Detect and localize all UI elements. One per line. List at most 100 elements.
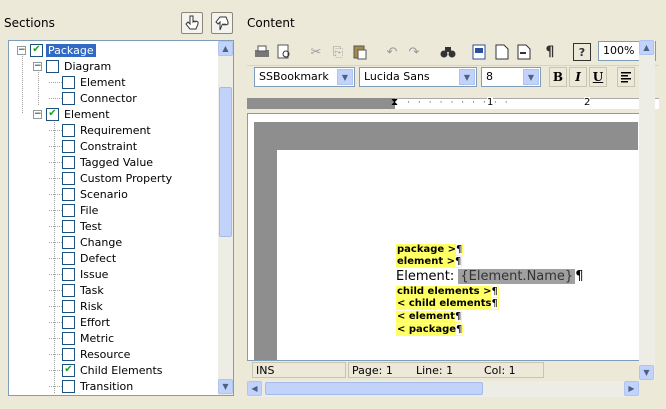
- tree-item[interactable]: Requirement: [49, 122, 153, 138]
- tree-item[interactable]: Risk: [49, 298, 105, 314]
- print-icon[interactable]: [251, 41, 273, 63]
- tree-item[interactable]: Custom Property: [49, 170, 174, 186]
- document-vscrollbar[interactable]: ▲ ▼: [639, 40, 655, 380]
- tree-item[interactable]: − ✔ Package: [17, 42, 96, 58]
- tree-item-label: Test: [80, 219, 102, 233]
- scroll-down-icon[interactable]: ▼: [639, 365, 654, 380]
- tree-scrollbar[interactable]: ▲ ▼: [218, 41, 233, 395]
- scroll-thumb[interactable]: [219, 87, 232, 237]
- print-preview-icon[interactable]: [273, 41, 295, 63]
- chevron-down-icon[interactable]: ▼: [337, 69, 353, 85]
- scroll-up-icon[interactable]: ▲: [639, 40, 654, 55]
- italic-button[interactable]: I: [569, 67, 587, 87]
- tree-checkbox[interactable]: [62, 331, 75, 345]
- chevron-down-icon[interactable]: ▼: [459, 69, 475, 85]
- tree-checkbox[interactable]: [62, 155, 75, 169]
- collapse-icon[interactable]: −: [33, 109, 42, 119]
- cut-icon[interactable]: ✂: [305, 41, 327, 63]
- align-left-button[interactable]: [617, 67, 635, 87]
- new-page-icon[interactable]: [513, 41, 535, 63]
- tree-item[interactable]: − ✔ Element: [33, 106, 112, 122]
- tree-checkbox[interactable]: [62, 379, 75, 393]
- tree-item[interactable]: Constraint: [49, 138, 139, 154]
- paste-icon[interactable]: [349, 41, 371, 63]
- tree-item[interactable]: Resource: [49, 346, 132, 362]
- tree-item-label: File: [80, 203, 99, 217]
- bold-button[interactable]: B: [549, 67, 567, 87]
- tree-item[interactable]: Connector: [49, 90, 139, 106]
- tree-item[interactable]: Test: [49, 218, 104, 234]
- tree-item[interactable]: − Diagram: [33, 58, 113, 74]
- tree-checkbox[interactable]: [46, 59, 59, 73]
- tree-item[interactable]: Task: [49, 282, 106, 298]
- indent-marker-icon[interactable]: ⧗: [391, 97, 398, 108]
- tree-checkbox[interactable]: [62, 203, 75, 217]
- size-value: 8: [486, 70, 493, 83]
- tree-checkbox[interactable]: [62, 251, 75, 265]
- add-section-button[interactable]: [181, 12, 203, 34]
- tree-item[interactable]: Effort: [49, 314, 112, 330]
- scroll-up-icon[interactable]: ▲: [218, 41, 233, 56]
- tree-item-label: Requirement: [80, 123, 151, 137]
- tree-item[interactable]: Scenario: [49, 186, 130, 202]
- tree-item[interactable]: ✔ Child Elements: [49, 362, 165, 378]
- tree-checkbox[interactable]: [62, 91, 75, 105]
- remove-section-button[interactable]: [211, 12, 233, 34]
- page-icon[interactable]: [491, 41, 513, 63]
- tree-item[interactable]: Defect: [49, 250, 118, 266]
- tree-checkbox[interactable]: [62, 315, 75, 329]
- undo-icon[interactable]: ↶: [381, 41, 403, 63]
- size-combo[interactable]: 8 ▼: [481, 67, 541, 87]
- underline-button[interactable]: U: [589, 67, 607, 87]
- tree-checkbox[interactable]: [62, 139, 75, 153]
- tree-item[interactable]: Change: [49, 234, 124, 250]
- tree-item[interactable]: Transition: [49, 378, 135, 394]
- tree-checkbox[interactable]: [62, 219, 75, 233]
- tree-checkbox[interactable]: ✔: [46, 107, 59, 121]
- tree-item-label: Connector: [80, 91, 137, 105]
- hscroll-thumb[interactable]: [265, 382, 483, 395]
- collapse-icon[interactable]: −: [17, 45, 26, 55]
- tree-checkbox[interactable]: [62, 123, 75, 137]
- pilcrow-icon[interactable]: ¶: [539, 41, 561, 63]
- tree-item[interactable]: Element: [49, 74, 128, 90]
- element-name-field[interactable]: {Element.Name}: [458, 269, 576, 284]
- tree-item[interactable]: File: [49, 202, 100, 218]
- ruler[interactable]: ⧗ ·········· 1 2: [247, 97, 659, 111]
- tree-checkbox[interactable]: [62, 235, 75, 249]
- sections-tree[interactable]: − ✔ Package − Diagram Element Connector − ✔ Eleme…: [8, 40, 234, 396]
- tree-item[interactable]: Metric: [49, 330, 116, 346]
- tree-checkbox[interactable]: [62, 171, 75, 185]
- scroll-down-icon[interactable]: ▼: [218, 379, 233, 394]
- chevron-down-icon[interactable]: ▼: [523, 69, 539, 85]
- collapse-icon[interactable]: −: [33, 61, 42, 71]
- scroll-left-icon[interactable]: ◀: [247, 381, 262, 396]
- tree-item[interactable]: Tagged Value: [49, 154, 155, 170]
- tree-item[interactable]: Issue: [49, 266, 110, 282]
- tree-checkbox[interactable]: [62, 347, 75, 361]
- tree-checkbox[interactable]: [62, 283, 75, 297]
- tree-checkbox[interactable]: [62, 187, 75, 201]
- doc-tag-package-end[interactable]: < package¶: [396, 324, 464, 336]
- redo-icon[interactable]: ↷: [403, 41, 425, 63]
- document-hscrollbar[interactable]: ◀ ▶: [247, 381, 639, 397]
- tree-checkbox[interactable]: ✔: [30, 43, 43, 57]
- tree-checkbox[interactable]: [62, 267, 75, 281]
- doc-tag-child-elements-end[interactable]: < child elements¶: [396, 298, 499, 310]
- scroll-right-icon[interactable]: ▶: [624, 381, 639, 396]
- insert-field-icon[interactable]: [469, 41, 491, 63]
- tree-checkbox[interactable]: [62, 75, 75, 89]
- doc-tag-package-start[interactable]: package >¶: [396, 244, 464, 256]
- tree-checkbox[interactable]: [62, 299, 75, 313]
- doc-tag-element-end[interactable]: < element¶: [396, 311, 463, 323]
- font-combo[interactable]: Lucida Sans ▼: [359, 67, 477, 87]
- doc-tag-child-elements-start[interactable]: child elements >¶: [396, 286, 499, 298]
- style-combo[interactable]: SSBookmark ▼: [254, 67, 355, 87]
- copy-icon[interactable]: ⎘: [327, 41, 349, 63]
- tree-checkbox[interactable]: ✔: [62, 363, 75, 377]
- help-icon[interactable]: ?: [573, 43, 591, 61]
- tree-item-label: Task: [80, 283, 104, 297]
- find-icon[interactable]: [437, 41, 459, 63]
- doc-element-name-line[interactable]: Element: {Element.Name} ¶: [396, 269, 583, 285]
- doc-tag-element-start[interactable]: element >¶: [396, 256, 463, 268]
